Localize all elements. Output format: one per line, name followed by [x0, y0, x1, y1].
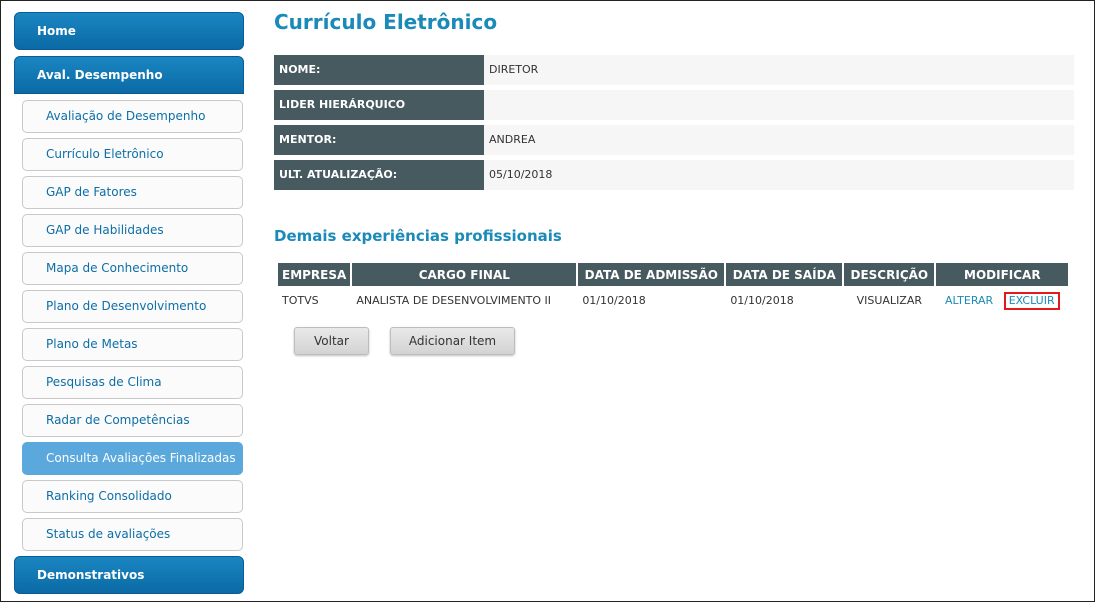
- submenu-status-avaliacoes[interactable]: Status de avaliações: [22, 518, 243, 551]
- submenu-ranking-consolidado[interactable]: Ranking Consolidado: [22, 480, 243, 513]
- table-header-row: EMPRESA CARGO FINAL DATA DE ADMISSÃO DAT…: [278, 263, 1069, 286]
- main-content: Currículo Eletrônico NOME: DIRETOR LIDER…: [274, 10, 1074, 355]
- header-empresa: EMPRESA: [278, 263, 351, 286]
- submenu-plano-desenvolvimento[interactable]: Plano de Desenvolvimento: [22, 290, 243, 323]
- nav-home[interactable]: Home: [14, 12, 244, 50]
- info-value: 05/10/2018: [484, 160, 1074, 190]
- aval-desempenho-submenu: Avaliação de Desempenho Currículo Eletrô…: [14, 100, 244, 551]
- alterar-link[interactable]: ALTERAR: [945, 294, 993, 307]
- header-data-admissao: DATA DE ADMISSÃO: [578, 263, 725, 286]
- info-label: LIDER HIERÁRQUICO: [274, 90, 484, 120]
- header-data-saida: DATA DE SAÍDA: [726, 263, 843, 286]
- submenu-gap-fatores[interactable]: GAP de Fatores: [22, 176, 243, 209]
- submenu-radar-competencias[interactable]: Radar de Competências: [22, 404, 243, 437]
- submenu-avaliacao-desempenho[interactable]: Avaliação de Desempenho: [22, 100, 243, 133]
- submenu-plano-metas[interactable]: Plano de Metas: [22, 328, 243, 361]
- header-cargo-final: CARGO FINAL: [352, 263, 577, 286]
- cell-cargo: ANALISTA DE DESENVOLVIMENTO II: [356, 294, 552, 307]
- table-row: TOTVS ANALISTA DE DESENVOLVIMENTO II 01/…: [278, 286, 1068, 315]
- info-row-ult-atualizacao: ULT. ATUALIZAÇÃO: 05/10/2018: [274, 160, 1074, 190]
- info-label: MENTOR:: [274, 125, 484, 155]
- info-row-mentor: MENTOR: ANDREA: [274, 125, 1074, 155]
- info-table: NOME: DIRETOR LIDER HIERÁRQUICO MENTOR: …: [274, 55, 1074, 190]
- visualizar-link[interactable]: VISUALIZAR: [844, 286, 934, 315]
- nav-aval-desempenho[interactable]: Aval. Desempenho: [14, 56, 244, 94]
- info-value: ANDREA: [484, 125, 1074, 155]
- excluir-link[interactable]: EXCLUIR: [1003, 291, 1060, 310]
- voltar-button[interactable]: Voltar: [294, 327, 369, 355]
- header-modificar: MODIFICAR: [936, 263, 1069, 286]
- submenu-consulta-avaliacoes-finalizadas[interactable]: Consulta Avaliações Finalizadas: [22, 442, 243, 475]
- cell-empresa: TOTVS: [282, 294, 319, 307]
- info-row-nome: NOME: DIRETOR: [274, 55, 1074, 85]
- cell-modificar: ALTERAR EXCLUIR: [936, 286, 1068, 315]
- submenu-curriculo-eletronico[interactable]: Currículo Eletrônico: [22, 138, 243, 171]
- header-descricao: DESCRIÇÃO: [844, 263, 935, 286]
- info-value: DIRETOR: [484, 55, 1074, 85]
- info-row-lider: LIDER HIERÁRQUICO: [274, 90, 1074, 120]
- submenu-gap-habilidades[interactable]: GAP de Habilidades: [22, 214, 243, 247]
- cell-saida: 01/10/2018: [730, 294, 794, 307]
- info-label: NOME:: [274, 55, 484, 85]
- submenu-pesquisas-clima[interactable]: Pesquisas de Clima: [22, 366, 243, 399]
- sidebar: Home Aval. Desempenho Avaliação de Desem…: [14, 12, 244, 600]
- experience-table: EMPRESA CARGO FINAL DATA DE ADMISSÃO DAT…: [276, 263, 1070, 315]
- info-label: ULT. ATUALIZAÇÃO:: [274, 160, 484, 190]
- info-value: [484, 90, 1074, 120]
- cell-admissao: 01/10/2018: [582, 294, 646, 307]
- section-title: Demais experiências profissionais: [274, 227, 562, 245]
- adicionar-item-button[interactable]: Adicionar Item: [390, 327, 515, 355]
- nav-demonstrativos[interactable]: Demonstrativos: [14, 556, 244, 594]
- button-row: Voltar Adicionar Item: [294, 327, 1074, 355]
- page-title: Currículo Eletrônico: [274, 10, 498, 34]
- submenu-mapa-conhecimento[interactable]: Mapa de Conhecimento: [22, 252, 243, 285]
